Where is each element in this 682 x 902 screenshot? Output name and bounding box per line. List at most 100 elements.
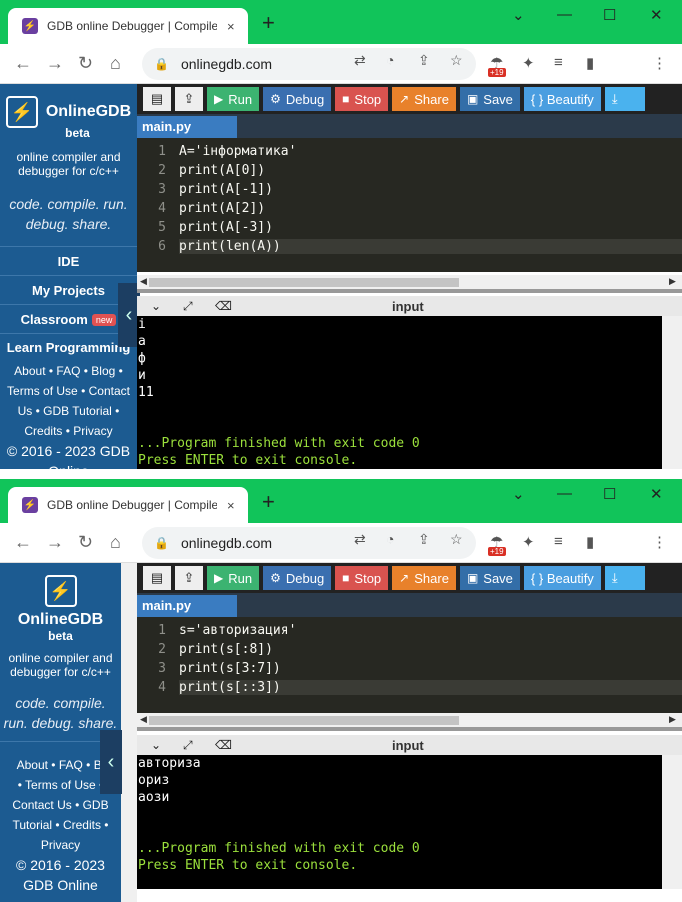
console-vertical-scrollbar[interactable] (662, 316, 682, 469)
run-button[interactable]: ▶ Run (207, 566, 260, 590)
performance-icon[interactable]: ◔ (386, 531, 394, 547)
back-icon[interactable]: ← (14, 54, 32, 72)
output-line: и (138, 368, 146, 383)
splitter[interactable] (137, 727, 682, 731)
close-window-button[interactable]: ✕ (650, 485, 663, 503)
reload-icon[interactable]: ↻ (78, 54, 93, 72)
file-tab-main-py[interactable]: main.py (137, 595, 237, 617)
code-editor[interactable]: 1 s='авторизация' 2 print(s[:8]) 3 print(s[… (137, 617, 682, 713)
bookmark-star-icon[interactable]: ☆ (450, 531, 463, 548)
splitter[interactable] (137, 289, 682, 293)
scroll-left-icon[interactable]: ◀ (140, 276, 147, 287)
minimize-button[interactable]: — (557, 485, 572, 502)
tagline: online compiler and debugger for c/c++ (8, 651, 113, 679)
expand-icon[interactable]: ⤢ (183, 299, 201, 314)
scroll-thumb[interactable] (149, 278, 459, 287)
browser-tab[interactable]: ⚡ GDB online Debugger | Compile × (8, 8, 248, 44)
scroll-thumb[interactable] (149, 716, 459, 725)
chevron-down-icon[interactable]: ⌄ (151, 738, 169, 752)
extensions-puzzle-icon[interactable]: ✦ (522, 54, 535, 72)
share-button[interactable]: ↗ Share (392, 87, 456, 111)
clear-console-icon[interactable]: ⌫ (215, 738, 233, 752)
minimize-button[interactable]: — (557, 6, 572, 23)
forward-icon[interactable]: → (46, 54, 64, 72)
scroll-right-icon[interactable]: ▶ (669, 276, 676, 287)
chevron-down-icon[interactable]: ⌄ (151, 299, 169, 313)
new-file-icon[interactable]: ▤ (143, 566, 171, 590)
download-button[interactable]: ⤓ (604, 87, 645, 111)
collapse-sidebar-button[interactable]: ‹ (100, 730, 122, 794)
tab-search-icon[interactable]: ⌄ (512, 485, 525, 503)
sidebar-scrollbar[interactable] (121, 563, 137, 902)
onlinegdb-logo-icon[interactable]: ⚡ (44, 575, 77, 607)
reading-list-icon[interactable]: ≡ (554, 54, 563, 71)
save-icon: ▣ (466, 571, 479, 585)
maximize-button[interactable]: ☐ (603, 485, 616, 503)
menu-icon[interactable]: ⋮ (652, 54, 667, 72)
translate-icon[interactable]: ⇄ (354, 52, 366, 69)
scroll-left-icon[interactable]: ◀ (140, 714, 147, 725)
stop-button[interactable]: ■ Stop (335, 87, 389, 111)
reading-list-icon[interactable]: ≡ (554, 533, 563, 550)
nav-my-projects[interactable]: My Projects (0, 275, 137, 304)
tab-title: GDB online Debugger | Compile (47, 19, 217, 33)
tab-close-icon[interactable]: × (227, 19, 235, 34)
expand-icon[interactable]: ⤢ (183, 738, 201, 753)
debug-button[interactable]: ⚙ Debug (263, 566, 332, 590)
share-icon[interactable]: ⇪ (418, 531, 430, 548)
line-number: 1 (158, 623, 166, 638)
brand-name[interactable]: OnlineGDB (46, 103, 131, 121)
title-bar: ⚡ GDB online Debugger | Compile × + ⌄ — … (0, 0, 682, 44)
output-line: ф (138, 351, 146, 366)
home-icon[interactable]: ⌂ (110, 54, 121, 72)
scroll-right-icon[interactable]: ▶ (669, 714, 676, 725)
upload-icon[interactable]: ⇪ (175, 566, 203, 590)
nav-classroom[interactable]: Classroom new (0, 304, 137, 333)
extensions-puzzle-icon[interactable]: ✦ (522, 533, 535, 551)
onlinegdb-logo-icon[interactable]: ⚡ (5, 96, 38, 128)
save-button[interactable]: ▣ Save (459, 87, 520, 111)
tab-close-icon[interactable]: × (227, 498, 235, 513)
forward-icon[interactable]: → (46, 533, 64, 551)
new-tab-button[interactable]: + (262, 12, 275, 34)
stop-button[interactable]: ■ Stop (335, 566, 389, 590)
tab-search-icon[interactable]: ⌄ (512, 6, 525, 24)
output-line: аози (138, 790, 170, 805)
nav-ide[interactable]: IDE (0, 246, 137, 275)
editor-horizontal-scrollbar[interactable]: ◀ ▶ (137, 275, 682, 289)
back-icon[interactable]: ← (14, 533, 32, 551)
save-button[interactable]: ▣ Save (459, 566, 520, 590)
bookmark-star-icon[interactable]: ☆ (450, 52, 463, 69)
translate-icon[interactable]: ⇄ (354, 531, 366, 548)
download-button[interactable]: ⤓ (604, 566, 645, 590)
home-icon[interactable]: ⌂ (110, 533, 121, 551)
side-panel-icon[interactable]: ▮ (586, 54, 594, 72)
brand-name[interactable]: OnlineGDB (0, 611, 121, 629)
output-console[interactable]: і а ф и 11 ...Program finished with exit… (137, 316, 662, 469)
editor-horizontal-scrollbar[interactable]: ◀ ▶ (137, 713, 682, 727)
menu-icon[interactable]: ⋮ (652, 533, 667, 551)
browser-tab[interactable]: ⚡ GDB online Debugger | Compile × (8, 487, 248, 523)
code-editor[interactable]: 1 A='інформатика' 2 print(A[0]) 3 print(A[-… (137, 138, 682, 272)
maximize-button[interactable]: ☐ (603, 6, 616, 24)
close-window-button[interactable]: ✕ (650, 6, 663, 24)
debug-button[interactable]: ⚙ Debug (263, 87, 332, 111)
file-tab-main-py[interactable]: main.py (137, 116, 237, 138)
footer-links[interactable]: About • FAQ • Blog • Terms of Use • Cont… (4, 361, 133, 441)
new-file-icon[interactable]: ▤ (143, 87, 171, 111)
share-icon[interactable]: ⇪ (418, 52, 430, 69)
clear-console-icon[interactable]: ⌫ (215, 299, 233, 313)
beautify-button[interactable]: { } Beautify (523, 87, 601, 111)
performance-icon[interactable]: ◔ (386, 52, 394, 68)
new-tab-button[interactable]: + (262, 491, 275, 513)
upload-icon[interactable]: ⇪ (175, 87, 203, 111)
run-button[interactable]: ▶ Run (207, 87, 260, 111)
nav-learn-programming[interactable]: Learn Programming (0, 333, 137, 361)
output-console[interactable]: авториза ориз аози ...Program finished w… (137, 755, 662, 889)
share-button[interactable]: ↗ Share (392, 566, 456, 590)
side-panel-icon[interactable]: ▮ (586, 533, 594, 551)
beautify-button[interactable]: { } Beautify (523, 566, 601, 590)
console-vertical-scrollbar[interactable] (662, 755, 682, 889)
debug-label: Debug (285, 570, 325, 586)
reload-icon[interactable]: ↻ (78, 533, 93, 551)
